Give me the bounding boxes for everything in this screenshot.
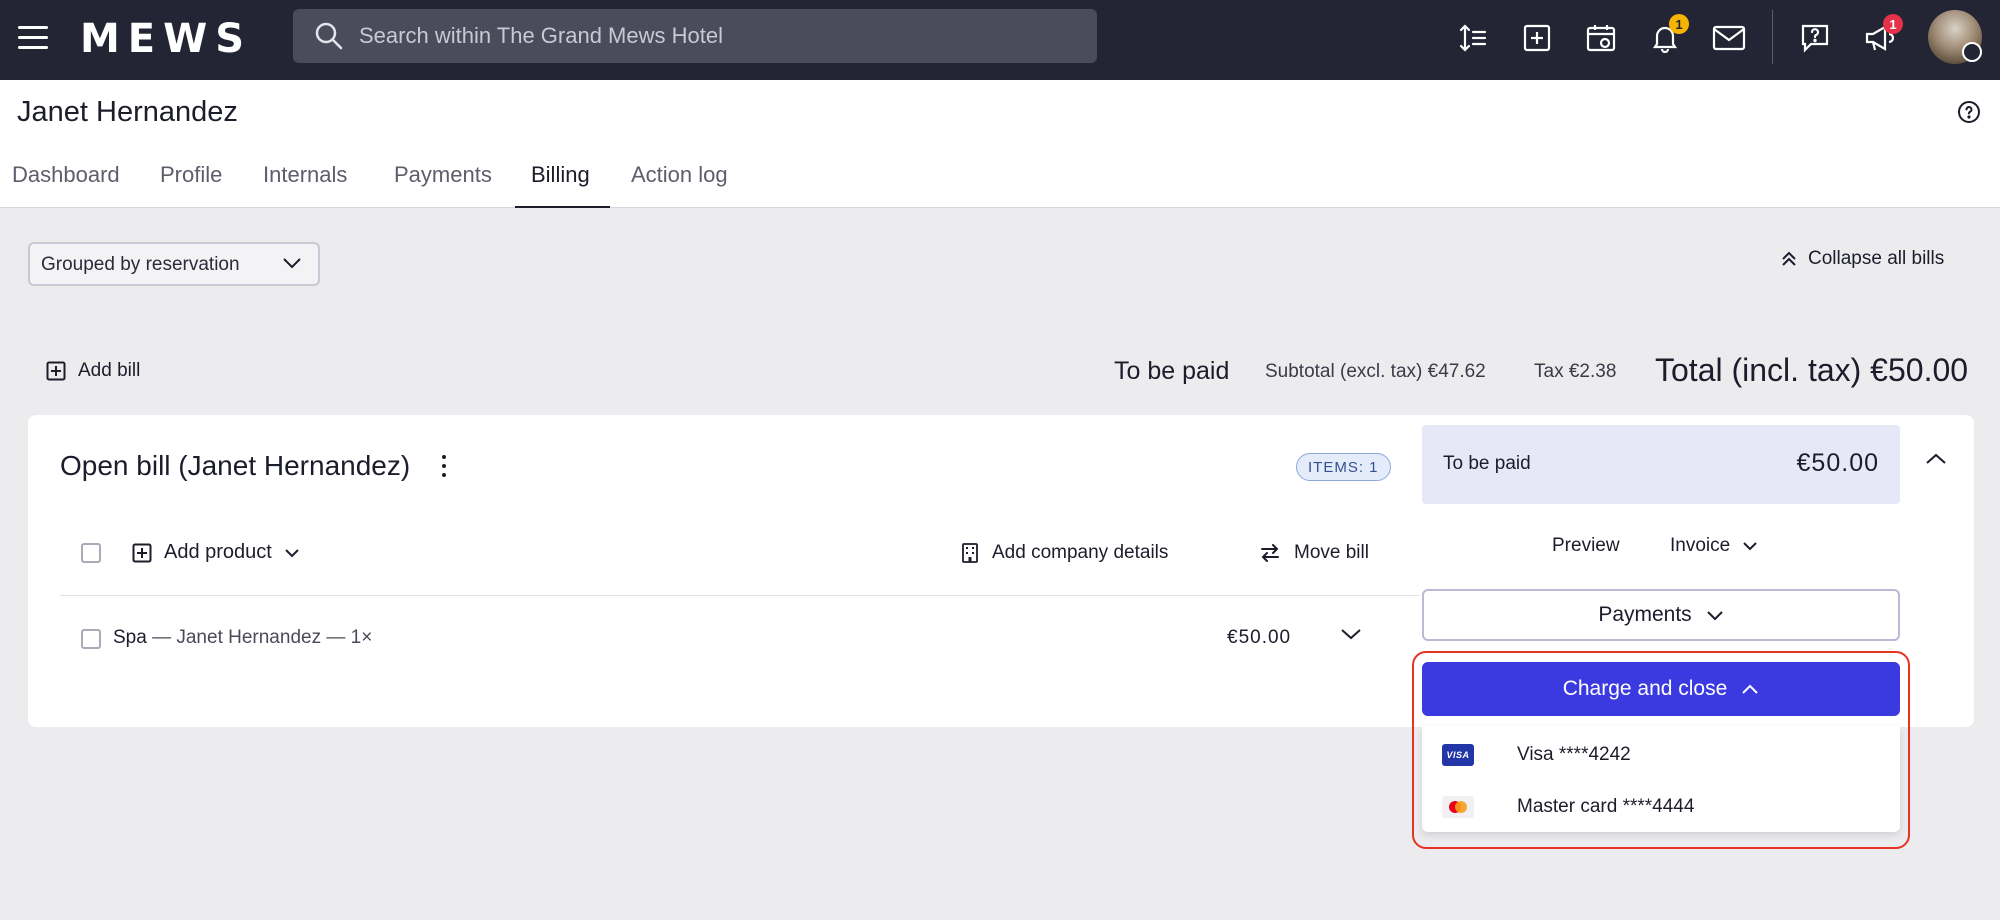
add-icon: [132, 543, 152, 562]
mail-icon[interactable]: [1709, 18, 1749, 58]
tab-payments[interactable]: Payments: [394, 148, 492, 208]
building-icon: [962, 543, 978, 563]
invoice-label: Invoice: [1670, 535, 1731, 556]
card-option-label: Visa ****4242: [1517, 744, 1631, 765]
move-bill-label: Move bill: [1294, 542, 1369, 563]
summary-tax: Tax €2.38: [1534, 361, 1617, 382]
bill-item-label[interactable]: Spa — Janet Hernandez — 1×: [113, 627, 372, 649]
bell-icon[interactable]: 1: [1645, 14, 1689, 58]
collapse-all-label: Collapse all bills: [1808, 248, 1945, 269]
add-company-label: Add company details: [992, 542, 1169, 563]
swap-icon: [1261, 544, 1279, 562]
more-options-icon[interactable]: [440, 455, 448, 479]
search-icon: [315, 22, 343, 50]
collapse-all-bills-button[interactable]: Collapse all bills: [1780, 248, 1944, 270]
tab-dashboard[interactable]: Dashboard: [12, 148, 120, 208]
charge-label: Charge and close: [1562, 677, 1728, 700]
summary-subtotal: Subtotal (excl. tax) €47.62: [1265, 361, 1486, 382]
row-divider: [60, 595, 1420, 596]
payment-card-menu: VISA Visa ****4242 Master card ****4444: [1422, 726, 1900, 832]
tab-internals[interactable]: Internals: [263, 148, 347, 208]
top-bar: MEWS 1 1: [0, 0, 2000, 80]
chevron-down-icon: [1706, 610, 1723, 620]
bill-title: Open bill (Janet Hernandez): [60, 450, 411, 481]
chevron-down-icon[interactable]: [1340, 627, 1362, 641]
mews-logo[interactable]: MEWS: [80, 16, 252, 62]
item-checkbox[interactable]: [81, 629, 101, 649]
to-be-paid-label: To be paid: [1443, 453, 1531, 474]
help-chat-icon[interactable]: [1795, 18, 1835, 58]
summary-total: Total (incl. tax) €50.00: [1655, 352, 1969, 388]
summary-to-be-paid: To be paid: [1114, 357, 1230, 385]
items-count-badge: ITEMS: 1: [1296, 453, 1391, 481]
grouping-select[interactable]: Grouped by reservation: [28, 242, 320, 286]
topbar-divider: [1772, 10, 1773, 64]
invoice-dropdown[interactable]: Invoice: [1670, 535, 1758, 557]
search-box[interactable]: [293, 9, 1097, 63]
chevron-up-icon: [1742, 684, 1759, 694]
bill-item-price: €50.00: [1227, 627, 1292, 648]
card-option-mastercard[interactable]: Master card ****4444: [1422, 782, 1900, 832]
move-bill-button[interactable]: Move bill: [1260, 542, 1369, 564]
card-option-label: Master card ****4444: [1517, 796, 1695, 817]
add-product-button[interactable]: Add product: [132, 541, 300, 564]
payments-label: Payments: [1598, 603, 1692, 626]
page-title: Janet Hernandez: [17, 96, 238, 128]
tab-billing[interactable]: Billing: [515, 148, 610, 208]
page-header: Janet Hernandez Dashboard Profile Intern…: [0, 80, 2000, 208]
sort-icon[interactable]: [1453, 18, 1493, 58]
add-bill-label: Add bill: [78, 360, 141, 381]
preview-button[interactable]: Preview: [1552, 535, 1620, 557]
help-icon[interactable]: [1957, 100, 1981, 124]
add-bill-button[interactable]: Add bill: [46, 360, 140, 382]
chevron-down-icon: [283, 258, 301, 269]
bill-item-detail: — Janet Hernandez — 1×: [146, 627, 373, 648]
notification-badge: 1: [1669, 14, 1689, 34]
add-icon[interactable]: [1517, 18, 1557, 58]
chevron-down-icon: [1743, 542, 1757, 551]
select-all-checkbox[interactable]: [81, 543, 101, 563]
chevron-up-icon[interactable]: [1925, 452, 1947, 466]
add-company-details-button[interactable]: Add company details: [962, 542, 1168, 564]
charge-and-close-button[interactable]: Charge and close: [1422, 662, 1900, 716]
tab-action-log[interactable]: Action log: [631, 148, 728, 208]
to-be-paid-amount: €50.00: [1796, 449, 1879, 477]
double-chevron-up-icon: [1782, 251, 1796, 266]
visa-card-icon: VISA: [1442, 744, 1474, 766]
announcement-badge: 1: [1883, 14, 1903, 34]
megaphone-icon[interactable]: 1: [1859, 14, 1903, 58]
menu-icon[interactable]: [18, 26, 48, 50]
add-product-label: Add product: [164, 541, 272, 563]
mastercard-icon: [1442, 796, 1474, 818]
chevron-down-icon: [285, 548, 299, 557]
to-be-paid-box: To be paid €50.00: [1422, 425, 1900, 504]
payments-button[interactable]: Payments: [1422, 589, 1900, 641]
add-icon: [46, 361, 66, 381]
tab-profile[interactable]: Profile: [160, 148, 222, 208]
calendar-icon[interactable]: [1581, 18, 1621, 58]
grouping-select-value: Grouped by reservation: [41, 254, 240, 275]
status-dot: [1962, 42, 1982, 62]
search-input[interactable]: [359, 9, 1079, 63]
bill-item-name: Spa: [113, 627, 147, 648]
card-option-visa[interactable]: VISA Visa ****4242: [1422, 730, 1900, 780]
